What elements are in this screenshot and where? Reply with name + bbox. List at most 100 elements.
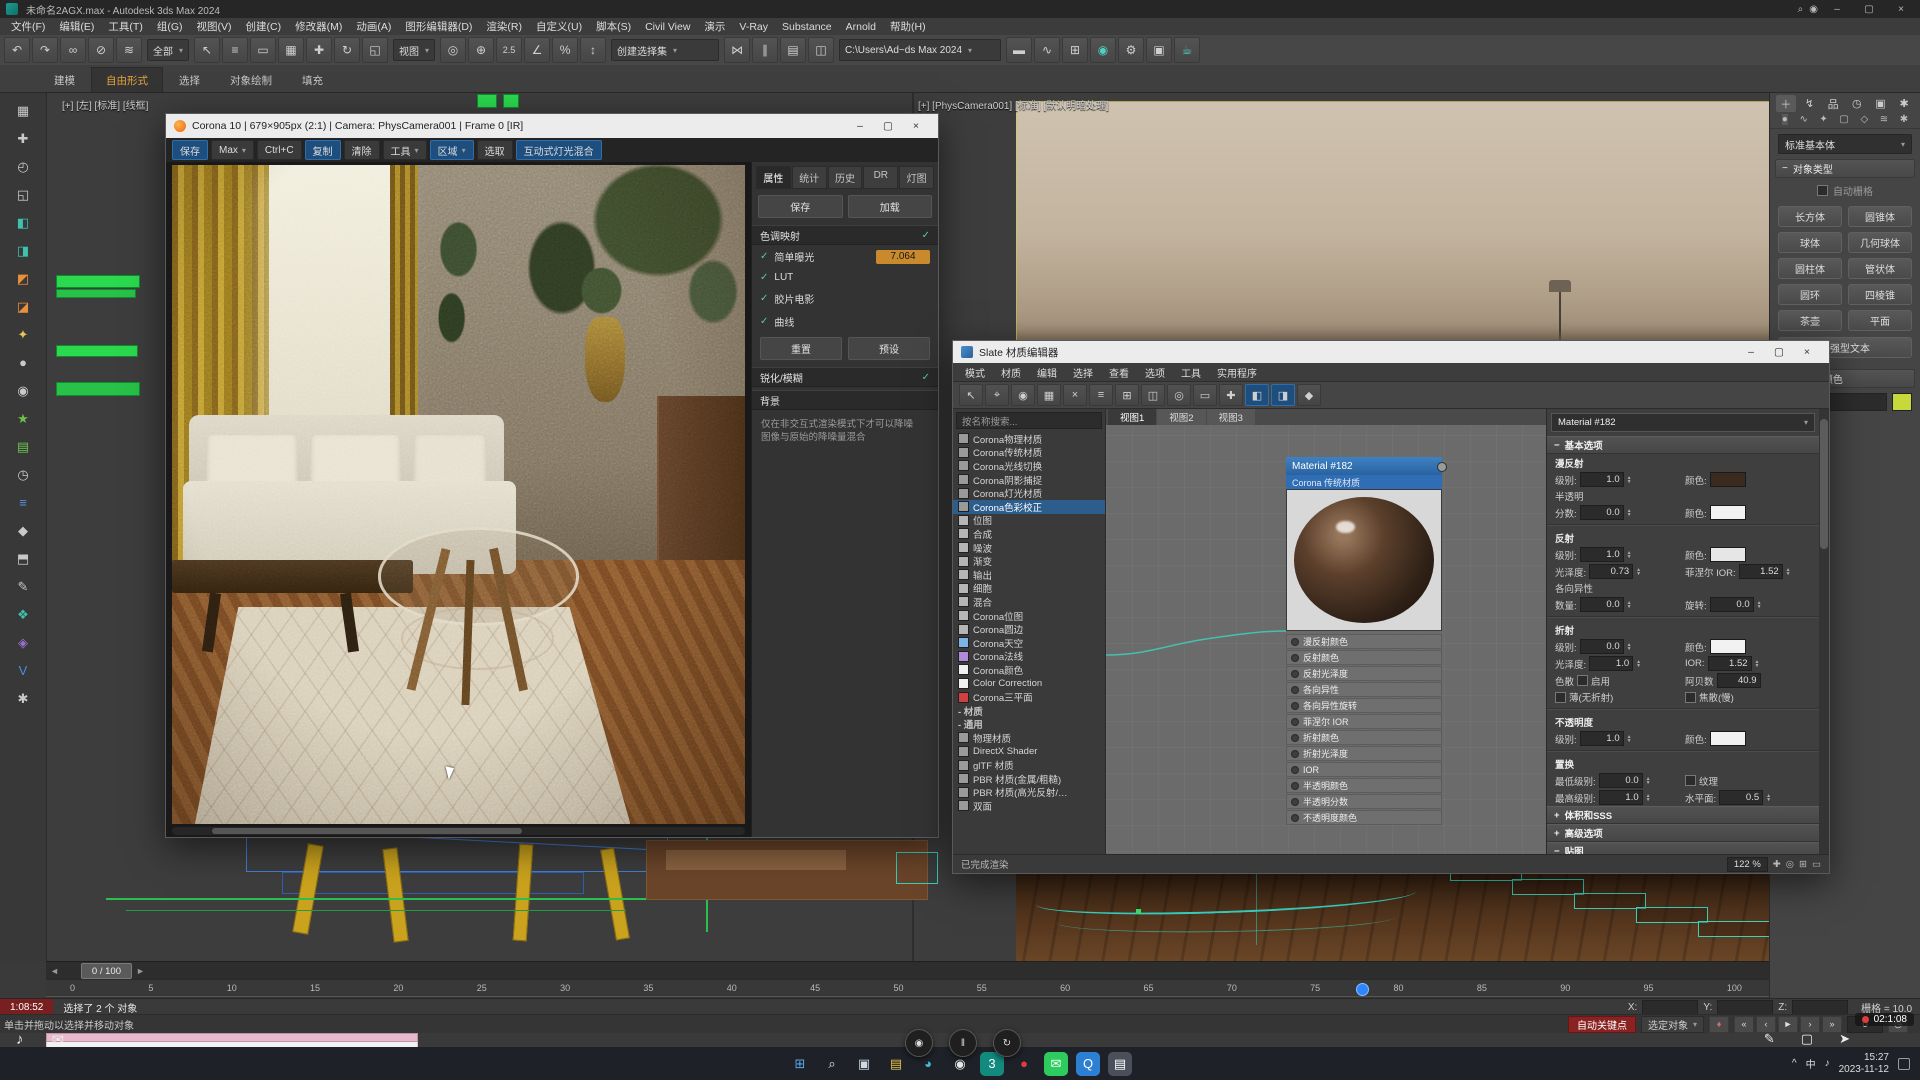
corona-title-bar[interactable]: Corona 10 | 679×905px (2:1) | Camera: Ph… xyxy=(166,114,938,138)
diffuse-color-swatch[interactable] xyxy=(1710,472,1746,487)
displace-max-spinner[interactable]: 1.0 xyxy=(1599,790,1643,805)
menu-item[interactable]: 工具(T) xyxy=(101,19,149,34)
select-and-scale-icon[interactable]: ◱ xyxy=(362,37,388,63)
pause-button[interactable]: ‖ xyxy=(949,1029,977,1057)
x-coordinate-field[interactable] xyxy=(1642,1000,1698,1015)
parameter-material-combo[interactable]: Material #182 ▾ xyxy=(1551,413,1815,432)
volume-icon[interactable]: ♪ xyxy=(1825,1058,1830,1069)
material-list-item[interactable]: 合成 xyxy=(953,527,1105,541)
lights-subtab-icon[interactable]: ✦ xyxy=(1819,114,1827,125)
material-preview-icon[interactable]: ◆ xyxy=(1297,384,1321,406)
opacity-level-spinner[interactable]: 1.0 xyxy=(1580,731,1624,746)
menu-item[interactable]: 编辑 xyxy=(1029,365,1065,380)
pick-from-object-icon[interactable]: ⌖ xyxy=(985,384,1009,406)
show-standard-icon[interactable]: ◫ xyxy=(1141,384,1165,406)
max-combo[interactable]: Max▾ xyxy=(211,140,254,160)
material-list-item[interactable]: Corona光线切换 xyxy=(953,459,1105,473)
menu-item[interactable]: 视图(V) xyxy=(190,19,239,34)
motion-tab-icon[interactable]: ◷ xyxy=(1847,95,1867,112)
material-list-item[interactable]: 细胞 xyxy=(953,582,1105,596)
rotate-tool-icon[interactable]: ◴ xyxy=(8,154,38,179)
tools-combo[interactable]: 工具▾ xyxy=(383,140,427,160)
notes-app[interactable]: ▤ xyxy=(1108,1052,1132,1076)
menu-item[interactable]: Civil View xyxy=(638,21,697,33)
render-setup-icon[interactable]: ⚙ xyxy=(1118,37,1144,63)
input-connector-dot[interactable] xyxy=(1291,638,1299,646)
reflect-level-spinner[interactable]: 1.0 xyxy=(1580,547,1624,562)
menu-item[interactable]: 组(G) xyxy=(150,19,190,34)
zoom-region-icon[interactable]: ▭ xyxy=(1193,384,1217,406)
refract-level-spinner[interactable]: 0.0 xyxy=(1580,639,1624,654)
material-list-item[interactable]: glTF 材质 xyxy=(953,758,1105,772)
view-tab[interactable]: 视图1 xyxy=(1108,409,1156,425)
refract-color-swatch[interactable] xyxy=(1710,639,1746,654)
select-and-rotate-icon[interactable]: ↻ xyxy=(334,37,360,63)
node-slot[interactable]: 各向异性旋转 xyxy=(1286,698,1442,713)
material-editor-icon[interactable]: ◉ xyxy=(1090,37,1116,63)
bind-to-space-warp-icon[interactable]: ≋ xyxy=(116,37,142,63)
node-slot[interactable]: 菲涅尔 IOR xyxy=(1286,714,1442,729)
project-path-combo[interactable]: C:\Users\Ad~ds Max 2024▾ xyxy=(839,39,1001,61)
material-node[interactable]: Material #182 Corona 传统材质 漫反射颜色 xyxy=(1286,457,1442,825)
object-color-swatch[interactable] xyxy=(1892,393,1912,411)
material-list-item[interactable]: Corona阴影捕捉 xyxy=(953,473,1105,487)
config-save-button[interactable]: 保存 xyxy=(758,195,843,218)
viewport-label-camera[interactable]: [+] [PhysCamera001] [标准] [默认明暗处理] xyxy=(918,97,1109,112)
display-tool-icon[interactable]: ◷ xyxy=(8,462,38,487)
minimize-button[interactable]: – xyxy=(1737,342,1765,362)
tray-chevron-icon[interactable]: ^ xyxy=(1792,1058,1797,1069)
refract-glossiness-spinner[interactable]: 1.0 xyxy=(1589,656,1633,671)
material-list-item[interactable]: Corona法线 xyxy=(953,650,1105,664)
autogrid-row[interactable]: 自动栅格 xyxy=(1770,178,1920,200)
node-slot[interactable]: 半透明分数 xyxy=(1286,794,1442,809)
ribbon-tab[interactable]: 建模 xyxy=(40,68,89,92)
modify-tab-icon[interactable]: ↯ xyxy=(1799,95,1819,112)
tone-preset-button[interactable]: 预设 xyxy=(848,337,930,360)
opacity-color-swatch[interactable] xyxy=(1710,731,1746,746)
replay-button[interactable]: ↻ xyxy=(993,1029,1021,1057)
ribbon-tab[interactable]: 填充 xyxy=(288,68,337,92)
current-frame-marker[interactable] xyxy=(1356,983,1369,996)
primitive-button[interactable]: 球体 xyxy=(1778,232,1842,253)
config-load-button[interactable]: 加载 xyxy=(848,195,933,218)
menu-item[interactable]: 模式 xyxy=(957,365,993,380)
ribbon-tab[interactable]: 自由形式 xyxy=(91,67,163,92)
water-level-spinner[interactable]: 0.5 xyxy=(1719,790,1763,805)
array-tool-icon[interactable]: ◪ xyxy=(8,294,38,319)
displace-texture-checkbox[interactable] xyxy=(1685,775,1696,786)
menu-item[interactable]: 实用程序 xyxy=(1209,365,1265,380)
input-connector-dot[interactable] xyxy=(1291,718,1299,726)
start-button[interactable]: ⊞ xyxy=(788,1052,812,1076)
node-slot[interactable]: IOR xyxy=(1286,762,1442,777)
y-coordinate-field[interactable] xyxy=(1717,1000,1773,1015)
ribbon-tab[interactable]: 对象绘制 xyxy=(216,68,286,92)
refract-ior-spinner[interactable]: 1.52 xyxy=(1708,656,1752,671)
reference-coordinate-combo[interactable]: 视图▾ xyxy=(393,39,435,61)
rollout-tone-mapping[interactable]: 色调映射 ✓ xyxy=(752,225,938,245)
display-tab-icon[interactable]: ▣ xyxy=(1870,95,1890,112)
listener-macro-row[interactable] xyxy=(46,1033,418,1042)
slider-left-arrow-icon[interactable]: ◄ xyxy=(50,966,59,976)
menu-item[interactable]: 帮助(H) xyxy=(883,19,933,34)
curve-row[interactable]: ✓ 曲线 xyxy=(752,310,938,333)
input-connector-dot[interactable] xyxy=(1291,798,1299,806)
notification-icon[interactable] xyxy=(1898,1058,1910,1070)
reflect-glossiness-spinner[interactable]: 0.73 xyxy=(1589,564,1633,579)
window-crossing-icon[interactable]: ▦ xyxy=(278,37,304,63)
ribbon-tab[interactable]: 选择 xyxy=(165,68,214,92)
menu-item[interactable]: Substance xyxy=(775,21,839,33)
region-combo[interactable]: 区域▾ xyxy=(430,140,474,160)
time-slider-thumb[interactable]: 0 / 100 xyxy=(81,963,132,979)
caustics-slow-checkbox[interactable] xyxy=(1685,692,1696,703)
corona-panel-tab[interactable]: 统计 xyxy=(792,166,827,189)
view-tab[interactable]: 视图2 xyxy=(1157,409,1205,425)
close-button[interactable]: × xyxy=(902,116,930,136)
schematic-view-icon[interactable]: ⊞ xyxy=(1062,37,1088,63)
go-to-end-button[interactable]: » xyxy=(1822,1016,1842,1033)
input-connector-dot[interactable] xyxy=(1291,734,1299,742)
task-view-button[interactable]: ▣ xyxy=(852,1052,876,1076)
copy-shortcut-badge[interactable]: Ctrl+C xyxy=(257,140,302,160)
geometry-subtab-icon[interactable]: ● xyxy=(1782,114,1788,125)
menu-item[interactable]: 工具 xyxy=(1173,365,1209,380)
node-header[interactable]: Material #182 xyxy=(1286,457,1442,475)
